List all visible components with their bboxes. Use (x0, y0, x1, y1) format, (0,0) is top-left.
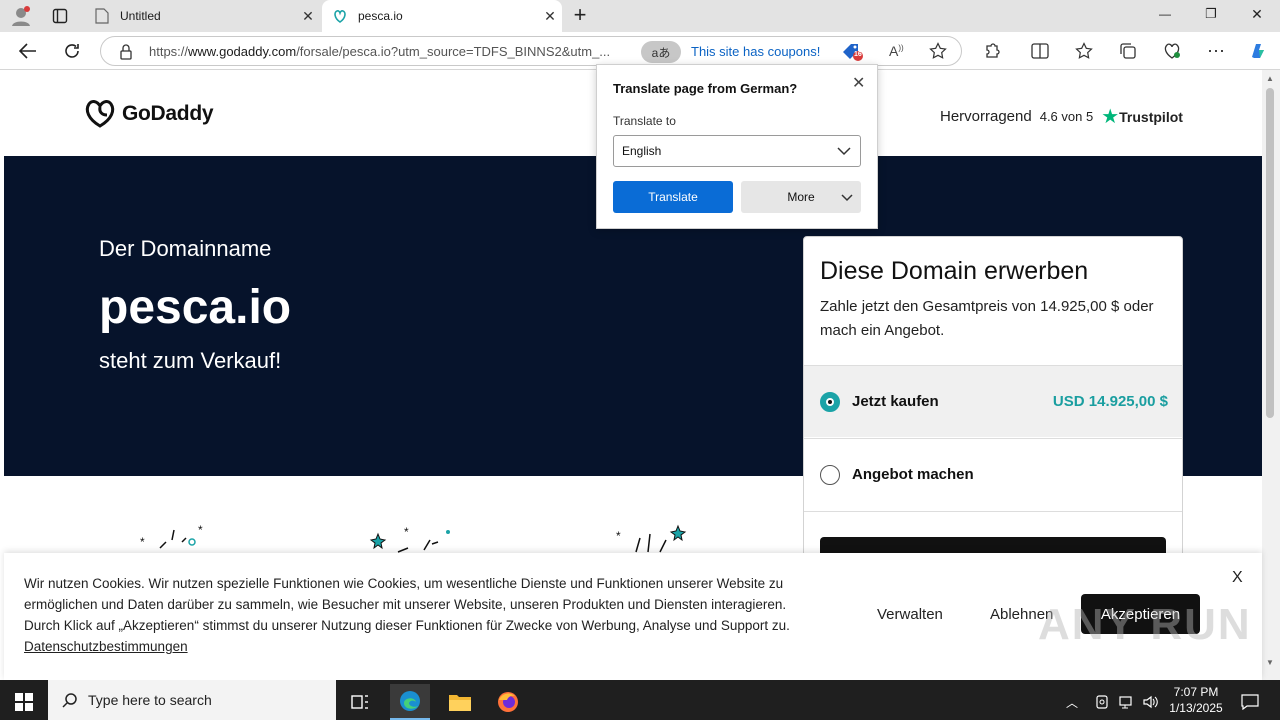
option-make-offer[interactable]: Angebot machen (804, 438, 1182, 510)
logo-text: GoDaddy (122, 102, 214, 125)
godaddy-logo[interactable]: GoDaddy (84, 99, 214, 129)
option-make-offer-label: Angebot machen (852, 466, 974, 483)
translate-icon[interactable]: aあ (641, 41, 681, 63)
edge-browser-icon[interactable] (390, 684, 430, 720)
trust-score: 4.6 von 5 (1039, 109, 1094, 124)
language-select[interactable]: English (613, 135, 861, 167)
purchase-box: Diese Domain erwerben Zahle jetzt den Ge… (803, 236, 1183, 566)
chevron-down-icon (841, 194, 853, 202)
tab-close-button[interactable]: ✕ (538, 8, 562, 25)
split-screen-icon[interactable] (1026, 37, 1054, 65)
hero-domain-name: pesca.io (99, 281, 292, 334)
url-text[interactable]: https://www.godaddy.com/forsale/pesca.io… (149, 44, 633, 59)
more-button-label: More (787, 190, 815, 204)
system-clock[interactable]: 7:07 PM 1/13/2025 (1166, 684, 1226, 716)
tab-actions-icon[interactable] (52, 8, 68, 24)
tab-close-button[interactable]: ✕ (296, 8, 320, 25)
trustpilot-label: Trustpilot (1119, 108, 1183, 125)
cookie-manage-button[interactable]: Verwalten (877, 606, 943, 623)
taskbar-search[interactable]: Type here to search (48, 680, 336, 720)
profile-avatar-icon[interactable] (10, 5, 32, 27)
anyrun-watermark: ANY RUN (1038, 600, 1252, 649)
task-view-icon[interactable] (340, 684, 380, 720)
radio-make-offer[interactable] (820, 464, 840, 485)
trustpilot-rating[interactable]: Hervorragend 4.6 von 5 ★ Trustpilot (940, 104, 1183, 129)
new-tab-button[interactable]: + (568, 3, 592, 27)
svg-text:*: * (404, 525, 409, 539)
firefox-icon[interactable] (488, 684, 528, 720)
godaddy-logo-icon (85, 100, 115, 128)
cookie-text: Wir nutzen Cookies. Wir nutzen spezielle… (24, 576, 790, 654)
tab-label: pesca.io (358, 9, 403, 23)
translate-button[interactable]: Translate (613, 181, 733, 213)
show-hidden-icons-chevron-icon[interactable]: ︿ (1060, 684, 1084, 720)
tab-strip: Untitled ✕ pesca.io ✕ + — ❐ ✕ (0, 0, 1280, 32)
favorites-icon[interactable] (1070, 37, 1098, 65)
svg-text:*: * (616, 529, 621, 543)
performance-icon[interactable] (1158, 37, 1186, 65)
page-icon (94, 8, 110, 24)
more-button[interactable]: More (741, 181, 861, 213)
windows-start-icon[interactable] (4, 684, 44, 720)
lock-icon[interactable] (119, 44, 133, 65)
option-buy-now[interactable]: Jetzt kaufen USD 14.925,00 $ (804, 365, 1182, 437)
trust-rating-word: Hervorragend (940, 108, 1032, 125)
cookie-close-button[interactable]: X (1232, 569, 1243, 587)
coupon-count-badge: 16 (854, 51, 862, 58)
clock-time: 7:07 PM (1173, 685, 1219, 699)
favorite-star-icon[interactable] (929, 42, 947, 65)
extensions-icon[interactable] (978, 37, 1006, 65)
radio-buy-now[interactable] (820, 391, 840, 412)
godaddy-favicon-icon (332, 8, 348, 24)
option-buy-now-label: Jetzt kaufen (852, 393, 939, 410)
scroll-thumb[interactable] (1266, 88, 1274, 418)
close-window-button[interactable]: ✕ (1242, 6, 1272, 23)
shopping-tag-icon[interactable]: 16 (841, 42, 863, 62)
search-icon (62, 693, 77, 708)
page-scrollbar[interactable]: ▲ ▼ (1262, 70, 1280, 680)
tab-label: Untitled (120, 9, 161, 23)
translate-popup-close-button[interactable]: ✕ (852, 73, 865, 93)
refresh-button[interactable] (58, 37, 86, 65)
restore-button[interactable]: ❐ (1196, 6, 1226, 22)
back-button[interactable] (14, 37, 42, 65)
tab-pesca[interactable]: pesca.io ✕ (322, 0, 562, 32)
option-divider (804, 511, 1182, 512)
windows-taskbar: Type here to search ︿ 7:07 PM 1/13/2025 (0, 680, 1280, 720)
network-icon[interactable] (1114, 684, 1138, 720)
coupon-notice[interactable]: This site has coupons! (691, 44, 820, 59)
hero-subtitle: steht zum Verkauf! (99, 348, 282, 373)
privacy-policy-link[interactable]: Datenschutzbestimmungen (24, 639, 188, 654)
option-buy-now-price: USD 14.925,00 $ (1052, 393, 1168, 410)
translate-popup: Translate page from German? ✕ Translate … (596, 64, 878, 229)
read-aloud-icon[interactable]: A)) (889, 43, 904, 59)
more-options-icon[interactable]: ⋯ (1202, 37, 1230, 65)
clock-date: 1/13/2025 (1169, 701, 1223, 715)
translate-popup-title: Translate page from German? (613, 81, 798, 96)
purchase-description: Zahle jetzt den Gesamtpreis von 14.925,0… (820, 298, 1154, 339)
address-bar[interactable]: https://www.godaddy.com/forsale/pesca.io… (100, 36, 962, 66)
svg-text:*: * (198, 523, 203, 537)
volume-icon[interactable] (1138, 684, 1162, 720)
purchase-title: Diese Domain erwerben (820, 257, 1089, 285)
scroll-down-arrow-icon[interactable]: ▼ (1266, 658, 1274, 667)
minimize-button[interactable]: — (1150, 7, 1180, 21)
notifications-icon[interactable] (1230, 684, 1270, 720)
selected-language: English (622, 144, 662, 158)
tab-untitled[interactable]: Untitled ✕ (84, 0, 320, 32)
file-explorer-icon[interactable] (440, 684, 480, 720)
device-icon[interactable] (1090, 684, 1114, 720)
hero-pretitle: Der Domainname (99, 236, 272, 261)
chevron-down-icon (837, 147, 851, 156)
translate-to-label: Translate to (613, 114, 676, 128)
search-placeholder: Type here to search (88, 692, 212, 708)
copilot-icon[interactable] (1244, 37, 1272, 65)
trustpilot-star-icon: ★ (1101, 106, 1120, 128)
scroll-up-arrow-icon[interactable]: ▲ (1266, 74, 1274, 83)
svg-text:*: * (140, 535, 145, 549)
collections-icon[interactable] (1114, 37, 1142, 65)
